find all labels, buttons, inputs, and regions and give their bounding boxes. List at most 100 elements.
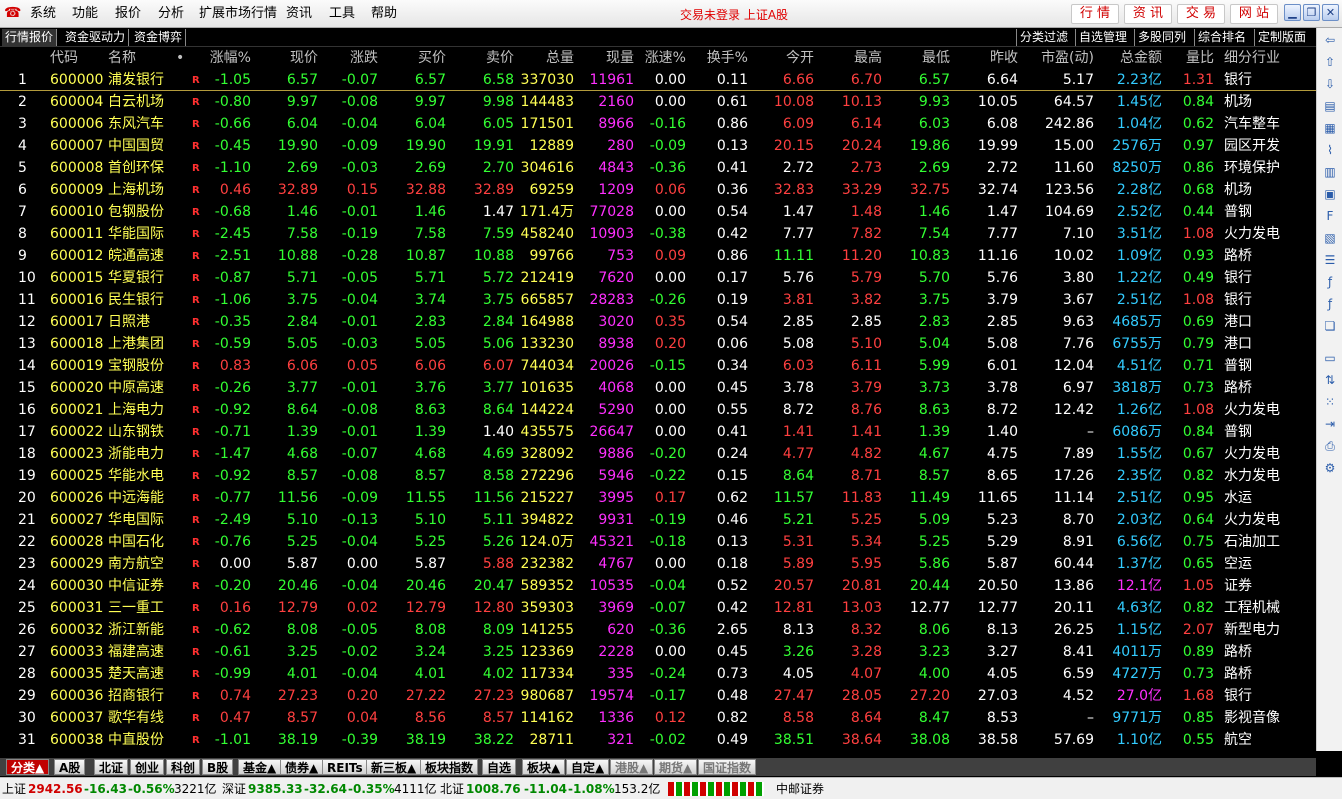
table-row[interactable]: 3 600006 东风汽车 -0.66 6.04 -0.04 6.04 6.05 171501 8… xyxy=(0,113,1316,135)
copy-icon[interactable]: ❏ xyxy=(1322,318,1338,334)
sheet-tab[interactable]: 板块指数 xyxy=(420,759,479,775)
col-header-open[interactable]: 今开 xyxy=(786,49,814,68)
table-row[interactable]: 18 600023 浙能电力 -1.47 4.68 -0.07 4.68 4.69 328092… xyxy=(0,443,1316,465)
menu-system[interactable]: 系统 xyxy=(30,5,56,22)
news-icon[interactable]: ▧ xyxy=(1322,230,1338,246)
col-header-high[interactable]: 最高 xyxy=(854,49,882,68)
window-icon[interactable]: ▣ xyxy=(1322,186,1338,202)
bar-chart-icon[interactable]: ▥ xyxy=(1322,164,1338,180)
tab-quote[interactable]: 行情报价 xyxy=(2,29,58,46)
table-row[interactable]: 13 600018 上港集团 -0.59 5.05 -0.03 5.05 5.06 133230… xyxy=(0,333,1316,355)
sheet-tab[interactable]: REITs xyxy=(322,759,368,775)
trade-button[interactable]: 交 易 xyxy=(1177,4,1225,24)
col-header-low[interactable]: 最低 xyxy=(922,49,950,68)
menu-quote[interactable]: 报价 xyxy=(115,5,141,22)
table-row[interactable]: 27 600033 福建高速 -0.61 3.25 -0.02 3.24 3.25 123369… xyxy=(0,641,1316,663)
news-button[interactable]: 资 讯 xyxy=(1124,4,1172,24)
table-row[interactable]: 7 600010 包钢股份 -0.68 1.46 -0.01 1.46 1.47 171.4万 7… xyxy=(0,201,1316,223)
tab-category-filter[interactable]: 分类过滤 xyxy=(1016,29,1071,46)
sheet-tab[interactable]: B股 xyxy=(202,759,234,775)
tab-fund-game[interactable]: 资金博弈 xyxy=(131,29,187,46)
col-header-pe[interactable]: 市盈(动) xyxy=(1041,49,1094,68)
sheet-tab[interactable]: 国证指数 xyxy=(698,759,757,775)
table-row[interactable]: 30 600037 歌华有线 0.47 8.57 0.04 8.56 8.57 114162 13… xyxy=(0,707,1316,729)
arrow-left-icon[interactable]: ⇦ xyxy=(1322,32,1338,48)
table-row[interactable]: 22 600028 中国石化 -0.76 5.25 -0.04 5.25 5.26 124.0万… xyxy=(0,531,1316,553)
menu-help[interactable]: 帮助 xyxy=(371,5,397,22)
table-row[interactable]: 2 600004 白云机场 -0.80 9.97 -0.08 9.97 9.98 144483 2… xyxy=(0,91,1316,113)
table-icon[interactable]: ▦ xyxy=(1322,120,1338,136)
table-row[interactable]: 19 600025 华能水电 -0.92 8.57 -0.08 8.57 8.58 272296… xyxy=(0,465,1316,487)
menu-tools[interactable]: 工具 xyxy=(329,5,355,22)
line-chart-icon[interactable]: ⌇ xyxy=(1322,142,1338,158)
quote-button[interactable]: 行 情 xyxy=(1071,4,1119,24)
menu-news[interactable]: 资讯 xyxy=(286,5,312,22)
sheet-tab[interactable]: 科创 xyxy=(166,759,201,775)
sheet-tab[interactable]: 自选 xyxy=(482,759,517,775)
sheet-tab[interactable]: 创业 xyxy=(130,759,165,775)
table-row[interactable]: 16 600021 上海电力 -0.92 8.64 -0.08 8.63 8.64 144224… xyxy=(0,399,1316,421)
table-row[interactable]: 1 600000 浦发银行 -1.05 6.57 -0.07 6.57 6.58 337030 1… xyxy=(0,69,1316,91)
table-row[interactable]: 20 600026 中远海能 -0.77 11.56 -0.09 11.55 11.56 215… xyxy=(0,487,1316,509)
col-header-volume[interactable]: 总量 xyxy=(546,49,574,68)
dice-icon[interactable]: ⁙ xyxy=(1322,394,1338,410)
col-header-speed[interactable]: 涨速% xyxy=(645,49,686,68)
import-icon[interactable]: ⇥ xyxy=(1322,416,1338,432)
sort-icon[interactable]: ⇅ xyxy=(1322,372,1338,388)
table-row[interactable]: 26 600032 浙江新能 -0.62 8.08 -0.05 8.08 8.09 141255… xyxy=(0,619,1316,641)
table-row[interactable]: 5 600008 首创环保 -1.10 2.69 -0.03 2.69 2.70 304616 4… xyxy=(0,157,1316,179)
sheet-tab[interactable]: 债券▲ xyxy=(280,759,324,775)
col-header-bid[interactable]: 买价 xyxy=(418,49,446,68)
formula-icon[interactable]: ƒ xyxy=(1322,296,1338,312)
col-header-code[interactable]: 代码 xyxy=(50,49,78,68)
table-row[interactable]: 31 600038 中直股份 -1.01 38.19 -0.39 38.19 38.22 287… xyxy=(0,729,1316,751)
folder-icon[interactable]: ▭ xyxy=(1322,350,1338,366)
col-header-industry[interactable]: 细分行业 xyxy=(1224,49,1280,68)
table-row[interactable]: 4 600007 中国国贸 -0.45 19.90 -0.09 19.90 19.91 1288… xyxy=(0,135,1316,157)
tab-fund-drive[interactable]: 资金驱动力 xyxy=(62,29,130,46)
menu-extended-market[interactable]: 扩展市场行情 xyxy=(199,5,277,22)
col-header-price[interactable]: 现价 xyxy=(290,49,318,68)
fiz-icon[interactable]: ƒ xyxy=(1322,274,1338,290)
arrow-up-icon[interactable]: ⇧ xyxy=(1322,54,1338,70)
table-row[interactable]: 14 600019 宝钢股份 0.83 6.06 0.05 6.06 6.07 744034 20… xyxy=(0,355,1316,377)
tab-watchlist-manage[interactable]: 自选管理 xyxy=(1075,29,1130,46)
sheet-tab[interactable]: 北证 xyxy=(94,759,129,775)
sheet-tab[interactable]: 基金▲ xyxy=(238,759,282,775)
maximize-icon[interactable]: ❐ xyxy=(1303,4,1320,21)
tab-custom-layout[interactable]: 定制版面 xyxy=(1254,29,1309,46)
col-header-prev-close[interactable]: 昨收 xyxy=(990,49,1018,68)
sheet-tab[interactable]: 自定▲ xyxy=(566,759,610,775)
table-row[interactable]: 23 600029 南方航空 0.00 5.87 0.00 5.87 5.88 232382 47… xyxy=(0,553,1316,575)
report-icon[interactable]: ▤ xyxy=(1322,98,1338,114)
table-row[interactable]: 9 600012 皖通高速 -2.51 10.88 -0.28 10.87 10.88 9976… xyxy=(0,245,1316,267)
col-header-change[interactable]: 涨跌 xyxy=(350,49,378,68)
minimize-icon[interactable]: ▁ xyxy=(1284,4,1301,21)
col-header-amount[interactable]: 总金额 xyxy=(1120,49,1162,68)
menu-function[interactable]: 功能 xyxy=(72,5,98,22)
close-icon[interactable]: ✕ xyxy=(1322,4,1339,21)
col-header-pct[interactable]: 涨幅% xyxy=(210,49,251,68)
sheet-tab[interactable]: 分类▲ xyxy=(6,759,50,775)
table-row[interactable]: 21 600027 华电国际 -2.49 5.10 -0.13 5.10 5.11 394822… xyxy=(0,509,1316,531)
menu-analysis[interactable]: 分析 xyxy=(158,5,184,22)
sheet-tab[interactable]: 港股▲ xyxy=(610,759,654,775)
col-header-ask[interactable]: 卖价 xyxy=(486,49,514,68)
col-header-turnover[interactable]: 换手% xyxy=(707,49,748,68)
col-header-dot[interactable]: • xyxy=(176,49,184,68)
tab-ranking[interactable]: 综合排名 xyxy=(1194,29,1249,46)
col-header-vol-ratio[interactable]: 量比 xyxy=(1186,49,1214,68)
sheet-tab[interactable]: A股 xyxy=(54,759,86,775)
tab-multi-stock[interactable]: 多股同列 xyxy=(1134,29,1189,46)
table-row[interactable]: 29 600036 招商银行 0.74 27.23 0.20 27.22 27.23 98068… xyxy=(0,685,1316,707)
table-row[interactable]: 17 600022 山东钢铁 -0.71 1.39 -0.01 1.39 1.40 435575… xyxy=(0,421,1316,443)
table-row[interactable]: 12 600017 日照港 -0.35 2.84 -0.01 2.83 2.84 164988 3… xyxy=(0,311,1316,333)
settings-gear-icon[interactable]: ⚙ xyxy=(1322,460,1338,476)
table-row[interactable]: 11 600016 民生银行 -1.06 3.75 -0.04 3.74 3.75 665857… xyxy=(0,289,1316,311)
f10-icon[interactable]: F xyxy=(1322,208,1338,224)
table-row[interactable]: 10 600015 华夏银行 -0.87 5.71 -0.05 5.71 5.72 212419… xyxy=(0,267,1316,289)
arrow-down-icon[interactable]: ⇩ xyxy=(1322,76,1338,92)
table-row[interactable]: 24 600030 中信证券 -0.20 20.46 -0.04 20.46 20.47 589… xyxy=(0,575,1316,597)
print-icon[interactable]: ⎙ xyxy=(1322,438,1338,454)
sheet-tab[interactable]: 新三板▲ xyxy=(366,759,422,775)
